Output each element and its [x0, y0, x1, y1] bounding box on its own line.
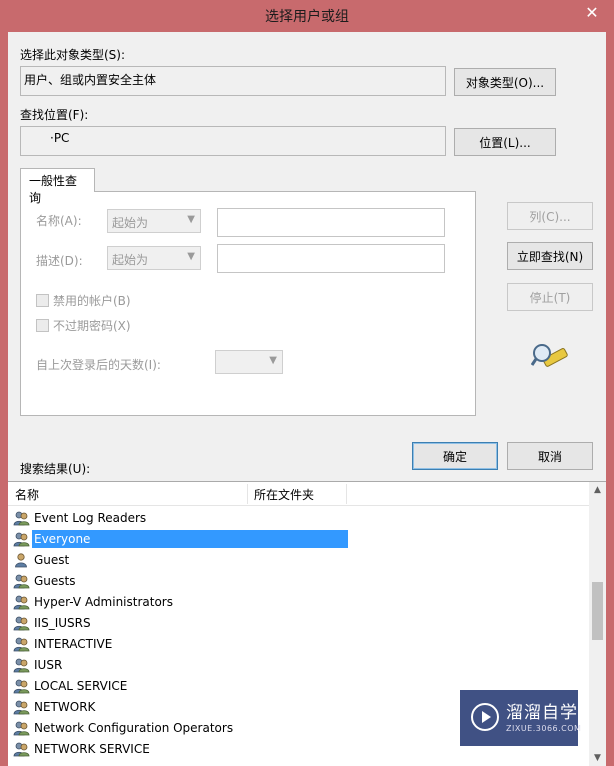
play-logo-icon: [471, 703, 499, 731]
list-item-name: Hyper-V Administrators: [34, 595, 173, 609]
list-item-name: IUSR: [34, 658, 63, 672]
column-header-name[interactable]: 名称: [15, 486, 39, 503]
group-icon: [13, 532, 30, 547]
columns-button[interactable]: 列(C)...: [507, 202, 593, 230]
list-item-name: NETWORK: [34, 700, 96, 714]
search-flashlight-icon: [531, 344, 568, 367]
list-item-name: Event Log Readers: [34, 511, 147, 525]
group-icon: [13, 679, 30, 694]
scrollbar-thumb[interactable]: [592, 582, 603, 640]
list-item-name: NETWORK SERVICE: [34, 742, 150, 756]
disabled-accounts-label: 禁用的帐户(B): [53, 294, 131, 308]
days-since-logon-label: 自上次登录后的天数(I):: [36, 358, 161, 372]
tab-common-queries[interactable]: 一般性查询: [20, 168, 95, 205]
window-title: 选择用户或组: [265, 9, 349, 25]
dialog-body: 选择此对象类型(S): 用户、组或内置安全主体 对象类型(O)... 查找位置(…: [8, 32, 606, 766]
group-icon: [13, 742, 30, 757]
chevron-down-icon: ▼: [269, 355, 277, 366]
description-mode-select[interactable]: 起始为 ▼: [107, 246, 201, 270]
results-label: 搜索结果(U):: [20, 462, 91, 476]
name-mode-value: 起始为: [112, 216, 149, 230]
group-icon: [13, 595, 30, 610]
checkbox-box: [36, 319, 49, 332]
object-types-button[interactable]: 对象类型(O)...: [454, 68, 556, 96]
watermark-subtext: ZIXUE.3066.COM: [506, 724, 582, 733]
list-item[interactable]: INTERACTIVE: [13, 634, 114, 654]
checkbox-box: [36, 294, 49, 307]
non-expiring-password-checkbox[interactable]: 不过期密码(X): [36, 317, 131, 334]
non-expiring-password-label: 不过期密码(X): [53, 319, 131, 333]
find-now-button[interactable]: 立即查找(N): [507, 242, 593, 270]
list-item[interactable]: IUSR: [13, 655, 64, 675]
list-item[interactable]: Guests: [13, 571, 78, 591]
user-icon: [15, 553, 27, 568]
group-icon: [13, 658, 30, 673]
list-item-name: LOCAL SERVICE: [34, 679, 128, 693]
list-item[interactable]: Hyper-V Administrators: [13, 592, 175, 612]
group-icon: [13, 700, 30, 715]
list-item-name: INTERACTIVE: [34, 637, 113, 651]
object-type-label: 选择此对象类型(S):: [20, 48, 126, 62]
list-item[interactable]: Network Configuration Operators: [13, 718, 235, 738]
chevron-down-icon: ▼: [187, 251, 195, 262]
disabled-accounts-checkbox[interactable]: 禁用的帐户(B): [36, 292, 131, 309]
list-item-name: Network Configuration Operators: [34, 721, 234, 735]
description-mode-value: 起始为: [112, 253, 149, 267]
list-item[interactable]: Everyone: [13, 529, 348, 549]
list-item[interactable]: Guest: [13, 550, 71, 570]
list-item-name: Everyone: [32, 530, 348, 548]
group-icon: [13, 616, 30, 631]
description-input[interactable]: [217, 244, 445, 273]
list-item[interactable]: NETWORK: [13, 697, 97, 717]
stop-button[interactable]: 停止(T): [507, 283, 593, 311]
list-item-name: Guests: [34, 574, 76, 588]
list-item[interactable]: Event Log Readers: [13, 508, 148, 528]
location-field: ·PC: [20, 126, 446, 156]
scroll-down-arrow-icon[interactable]: ▼: [589, 750, 606, 766]
list-item[interactable]: IIS_IUSRS: [13, 613, 93, 633]
group-icon: [13, 574, 30, 589]
results-header: 名称 所在文件夹: [8, 482, 589, 506]
group-icon: [13, 637, 30, 652]
title-bar: 选择用户或组 ✕: [0, 0, 614, 32]
vertical-scrollbar[interactable]: ▲ ▼: [589, 482, 606, 766]
group-icon: [13, 511, 30, 526]
description-label: 描述(D):: [36, 254, 83, 268]
watermark-logo: 溜溜自学 ZIXUE.3066.COM: [460, 690, 582, 746]
list-item[interactable]: LOCAL SERVICE: [13, 676, 129, 696]
close-button[interactable]: ✕: [580, 2, 604, 24]
object-type-field: 用户、组或内置安全主体: [20, 66, 446, 96]
list-item[interactable]: NETWORK SERVICE: [13, 739, 152, 759]
list-item-name: Guest: [34, 553, 70, 567]
scroll-up-arrow-icon[interactable]: ▲: [589, 482, 606, 499]
days-since-logon-select[interactable]: ▼: [215, 350, 283, 374]
name-label: 名称(A):: [36, 214, 82, 228]
name-mode-select[interactable]: 起始为 ▼: [107, 209, 201, 233]
column-header-folder[interactable]: 所在文件夹: [254, 486, 314, 503]
watermark-text: 溜溜自学: [506, 703, 578, 723]
column-divider[interactable]: [247, 484, 248, 504]
locations-button[interactable]: 位置(L)...: [454, 128, 556, 156]
location-label: 查找位置(F):: [20, 108, 89, 122]
chevron-down-icon: ▼: [187, 214, 195, 225]
name-input[interactable]: [217, 208, 445, 237]
group-icon: [13, 721, 30, 736]
ok-button[interactable]: 确定: [412, 442, 498, 470]
column-divider[interactable]: [346, 484, 347, 504]
list-item-name: IIS_IUSRS: [34, 616, 91, 630]
cancel-button[interactable]: 取消: [507, 442, 593, 470]
